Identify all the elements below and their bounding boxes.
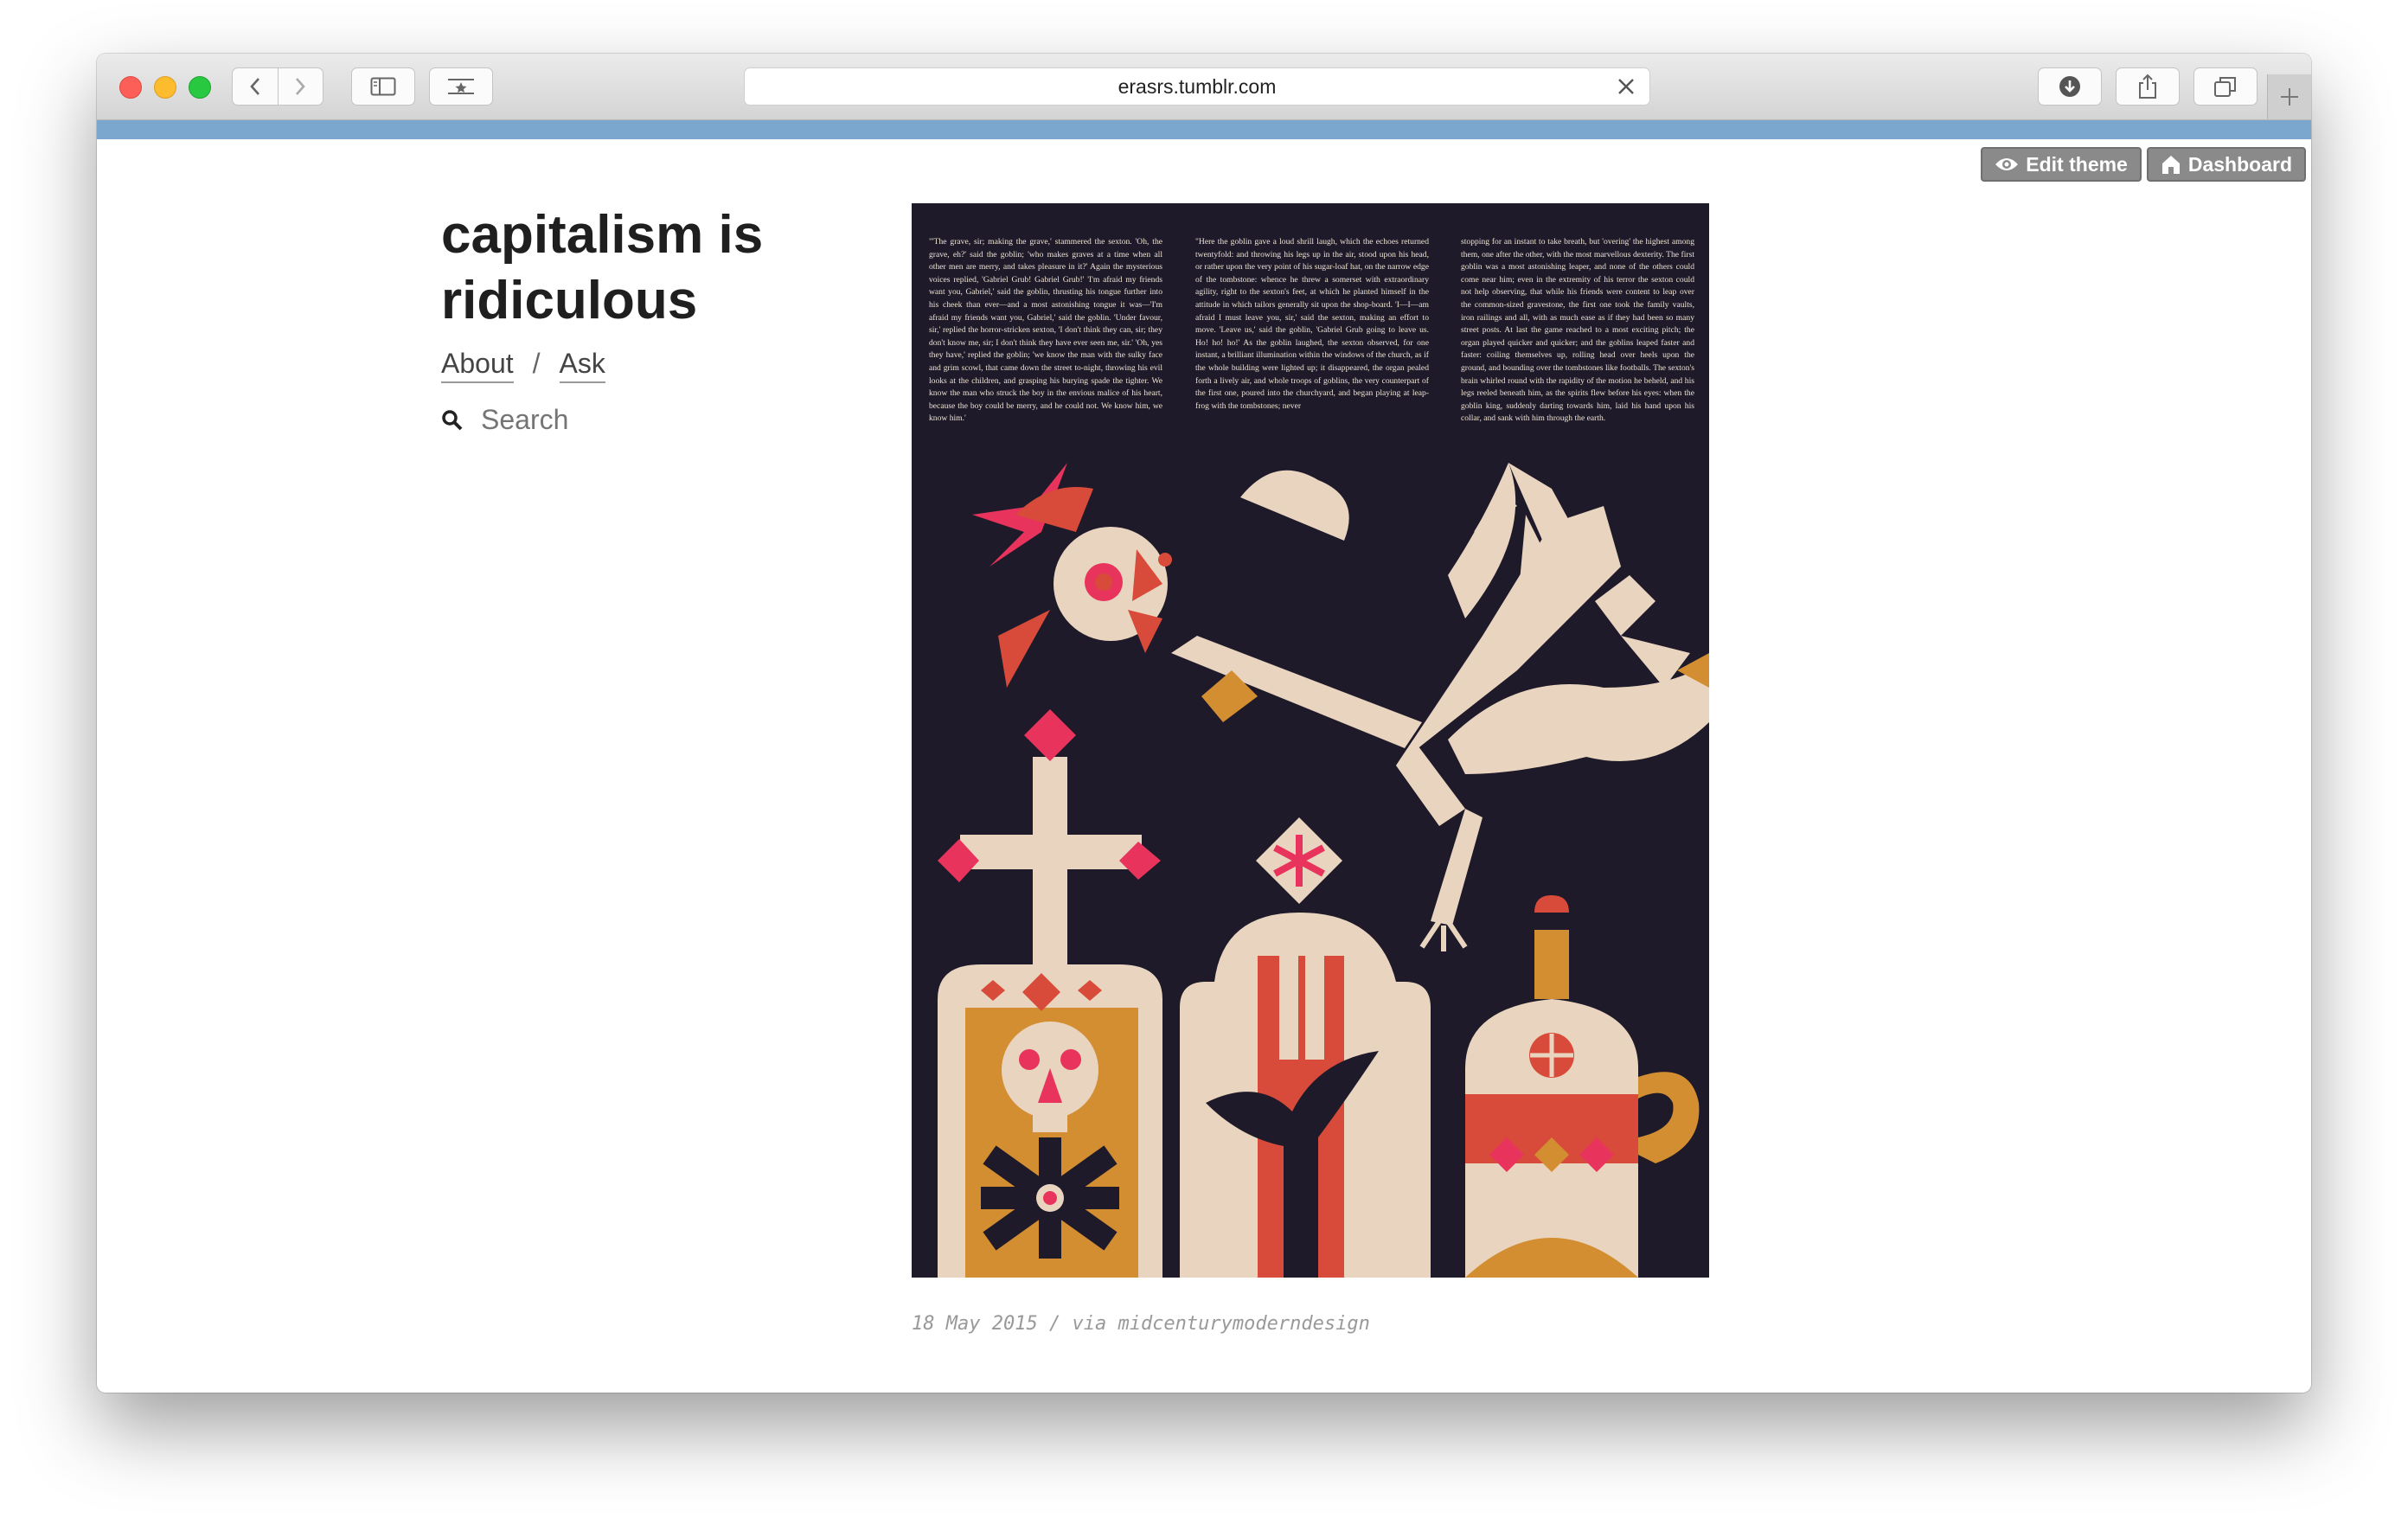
sidebar-button[interactable] [351, 67, 415, 106]
edit-theme-button[interactable]: Edit theme [1981, 147, 2142, 182]
chevron-left-icon [250, 78, 259, 95]
close-icon[interactable] [1615, 75, 1637, 98]
nav-button-group [232, 67, 323, 106]
forward-button[interactable] [278, 68, 323, 105]
downloads-button[interactable] [2038, 67, 2102, 106]
tabs-icon [2214, 77, 2236, 97]
post-meta: 18 May 2015 / via midcenturymoderndesign [912, 1313, 1370, 1335]
via-prefix: via [1072, 1313, 1107, 1335]
edit-theme-label: Edit theme [2026, 152, 2128, 176]
article-text-column-2: "Here the goblin gave a loud shrill laug… [1195, 237, 1429, 411]
post-photo[interactable]: "'The grave, sir; making the grave,' sta… [912, 203, 1709, 1278]
tumblr-controls: Edit theme Dashboard [1981, 147, 2306, 182]
minimize-window-button[interactable] [154, 76, 176, 99]
tumblr-top-bar [97, 120, 2311, 139]
close-window-button[interactable] [119, 76, 142, 99]
meta-separator: / [1048, 1313, 1061, 1335]
bookmarks-button[interactable] [429, 67, 493, 106]
star-icon [448, 79, 474, 94]
browser-window: erasrs.tumblr.com Edit theme Dashboard c… [97, 54, 2311, 1393]
nav-separator: / [532, 348, 541, 379]
browser-toolbar: erasrs.tumblr.com [97, 54, 2311, 120]
dashboard-button[interactable]: Dashboard [2146, 147, 2306, 182]
share-icon [2139, 74, 2156, 99]
share-button[interactable] [2116, 67, 2180, 106]
new-tab-button[interactable] [2267, 74, 2311, 119]
article-text-column-1: "'The grave, sir; making the grave,' sta… [929, 237, 1162, 424]
via-source-link[interactable]: midcenturymoderndesign [1118, 1313, 1369, 1335]
search-icon[interactable] [441, 409, 464, 432]
address-bar[interactable]: erasrs.tumblr.com [744, 67, 1650, 106]
maximize-window-button[interactable] [189, 76, 211, 99]
blog-title[interactable]: capitalism is ridiculous [441, 202, 891, 334]
article-text-column-3: stopping for an instant to take breath, … [1461, 237, 1694, 424]
download-icon [2059, 76, 2080, 97]
search-input[interactable] [479, 403, 742, 437]
back-button[interactable] [233, 68, 278, 105]
about-link[interactable]: About [441, 348, 514, 383]
search-form [441, 403, 742, 437]
dashboard-label: Dashboard [2187, 152, 2292, 176]
tabs-overview-button[interactable] [2193, 67, 2258, 106]
eye-icon [1995, 158, 2019, 170]
post-date-link[interactable]: 18 May 2015 [912, 1313, 1038, 1335]
ask-link[interactable]: Ask [559, 348, 605, 383]
blog-nav: About / Ask [441, 348, 605, 383]
sidebar-icon [370, 77, 396, 96]
artist-signature: John Alcorn [925, 1216, 937, 1267]
chevron-right-icon [296, 78, 305, 95]
url-text: erasrs.tumblr.com [1118, 74, 1277, 98]
home-icon [2161, 156, 2180, 174]
plus-icon [2281, 88, 2298, 106]
